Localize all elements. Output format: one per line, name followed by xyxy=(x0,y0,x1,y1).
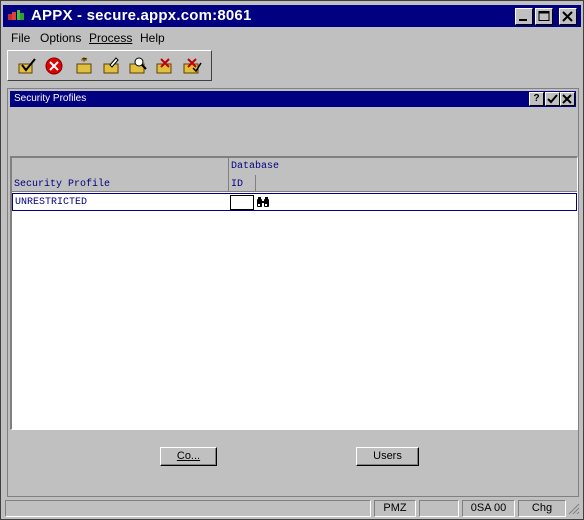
resize-grip-icon[interactable] xyxy=(568,503,580,515)
database-id-input[interactable] xyxy=(230,195,254,210)
menu-process[interactable]: Process xyxy=(89,31,132,45)
security-profile-cell: UNRESTRICTED xyxy=(15,197,88,208)
co-button[interactable]: Co... xyxy=(160,447,217,466)
menu-file[interactable]: File xyxy=(11,31,30,45)
help-button[interactable]: ? xyxy=(529,92,544,106)
binoculars-icon[interactable] xyxy=(256,196,270,209)
title-bar[interactable]: APPX - secure.appx.com:8061 xyxy=(3,5,581,27)
column-header-database: Database xyxy=(231,161,280,172)
toolbar xyxy=(7,50,212,81)
status-panel-mode: Chg xyxy=(518,500,566,517)
grid-header: Security Profile Database ID xyxy=(12,158,577,192)
appx-logo-icon xyxy=(7,9,25,23)
maximize-icon xyxy=(538,11,550,21)
close-button[interactable] xyxy=(559,8,577,25)
co-button-label: Co... xyxy=(176,450,201,462)
status-panel-process: PMZ xyxy=(374,500,416,517)
maximize-button[interactable] xyxy=(535,8,553,25)
app-window: APPX - secure.appx.com:8061 File Options… xyxy=(0,0,584,520)
inner-title-bar[interactable]: Security Profiles ? xyxy=(10,91,576,107)
help-icon: ? xyxy=(533,93,540,104)
check-icon xyxy=(547,94,558,104)
users-button[interactable]: Users xyxy=(356,447,419,466)
status-bar: PMZ 0SA 00 Chg xyxy=(3,499,581,517)
minimize-icon xyxy=(519,19,527,21)
close-icon xyxy=(562,94,572,104)
status-panel-app: 0SA 00 xyxy=(462,500,515,517)
inquire-record-icon[interactable] xyxy=(127,56,149,76)
ok-button[interactable] xyxy=(545,92,560,106)
column-divider xyxy=(255,175,256,192)
security-profile-grid: Security Profile Database ID UNRESTRICTE… xyxy=(10,156,578,430)
inner-window-title: Security Profiles xyxy=(14,93,87,104)
column-header-id: ID xyxy=(231,179,244,190)
column-header-security-profile: Security Profile xyxy=(14,179,111,190)
minimize-button[interactable] xyxy=(515,8,533,25)
status-panel-blank xyxy=(419,500,459,517)
edit-record-icon[interactable] xyxy=(101,56,123,76)
column-divider xyxy=(228,158,229,192)
table-row[interactable]: UNRESTRICTED xyxy=(12,193,577,211)
menu-help[interactable]: Help xyxy=(140,31,165,45)
status-panel-message xyxy=(5,500,371,517)
undelete-record-icon[interactable] xyxy=(181,56,203,76)
cancel-icon[interactable] xyxy=(43,56,65,76)
menu-options[interactable]: Options xyxy=(40,31,81,45)
window-title: APPX - secure.appx.com:8061 xyxy=(31,7,252,24)
checkmark-folder-icon[interactable] xyxy=(16,56,38,76)
new-record-icon[interactable] xyxy=(74,56,96,76)
close-icon xyxy=(562,11,573,22)
security-profiles-window: Security Profiles ? Security Profile Dat… xyxy=(7,88,579,497)
menu-bar: File Options Process Help xyxy=(5,29,581,47)
users-button-label: Users xyxy=(373,450,402,462)
delete-record-icon[interactable] xyxy=(154,56,176,76)
inner-close-button[interactable] xyxy=(560,92,575,106)
